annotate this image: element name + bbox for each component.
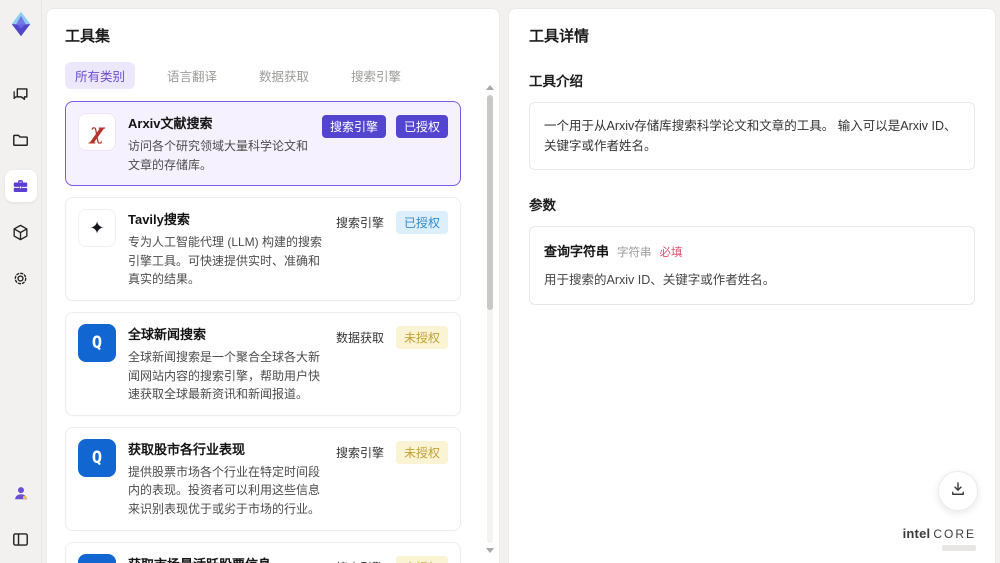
param-name: 查询字符串 (544, 244, 610, 259)
app-sidebar (0, 0, 42, 563)
sidebar-item-models[interactable] (5, 216, 37, 248)
sidebar-item-tools[interactable] (4, 170, 37, 202)
tool-title: Arxiv文献搜索 (128, 116, 213, 131)
scrollbar-thumb[interactable] (487, 95, 493, 310)
tab-language-translation[interactable]: 语言翻译 (157, 62, 227, 89)
tool-description: 专为人工智能代理 (LLM) 构建的搜索引擎工具。可快速提供实时、准确和真实的结… (128, 235, 323, 287)
app-logo-icon (7, 10, 35, 38)
download-button[interactable] (938, 471, 978, 511)
sidebar-item-files[interactable] (5, 124, 37, 156)
param-description: 用于搜索的Arxiv ID、关键字或作者姓名。 (544, 273, 776, 287)
auth-status-badge: 已授权 (395, 115, 448, 138)
brand-intel: intel (902, 526, 931, 541)
category-badge: 搜索引擎 (335, 216, 384, 231)
auth-status-badge: 未授权 (395, 555, 448, 563)
news-app-icon: Q (78, 323, 116, 362)
sidebar-item-account[interactable] (5, 477, 37, 509)
sparkle-icon: ✦ (78, 209, 116, 248)
tab-data-fetch[interactable]: 数据获取 (249, 62, 319, 89)
intel-core-logo: intel core (903, 525, 976, 551)
tool-detail-panel: 工具详情 工具介绍 一个用于从Arxiv存储库搜索科学论文和文章的工具。 输入可… (508, 8, 996, 563)
sidebar-item-settings[interactable] (5, 262, 37, 294)
auth-status-badge: 未授权 (395, 325, 448, 349)
tool-description: 全球新闻搜索是一个聚合全球各大新闻网站内容的搜索引擎，帮助用户快速获取全球最新资… (128, 349, 321, 402)
tool-description: 访问各个研究领域大量科学论文和文章的存储库。 (128, 139, 309, 172)
tool-intro-text: 一个用于从Arxiv存储库搜索科学论文和文章的工具。 输入可以是Arxiv ID… (529, 102, 975, 170)
tool-card-active-stocks[interactable]: Q 获取市场最活跃股票信息 提供当天交易量最高的股票列表。投资者可以利用这些信息… (65, 541, 461, 563)
auth-status-badge: 未授权 (395, 440, 448, 464)
intro-heading: 工具介绍 (529, 74, 583, 89)
tool-title: Tavily搜索 (128, 212, 190, 228)
tool-card-tavily[interactable]: ✦ Tavily搜索 专为人工智能代理 (LLM) 构建的搜索引擎工具。可快速提… (65, 197, 461, 301)
download-icon (949, 480, 967, 503)
briefcase-icon (11, 177, 30, 196)
panel-toggle-icon (11, 530, 30, 549)
detail-title: 工具详情 (529, 28, 590, 45)
list-scrollbar[interactable] (486, 85, 494, 553)
tool-title: 全球新闻搜索 (128, 326, 207, 342)
scroll-up-arrow-icon[interactable] (486, 85, 494, 90)
page-title: 工具集 (65, 28, 111, 45)
sidebar-collapse-button[interactable] (5, 523, 37, 555)
scroll-down-arrow-icon[interactable] (486, 548, 494, 553)
category-badge: 搜索引擎 (334, 556, 386, 563)
tool-card-global-news[interactable]: Q 全球新闻搜索 全球新闻搜索是一个聚合全球各大新闻网站内容的搜索引擎，帮助用户… (65, 311, 461, 416)
tool-title: 获取股市各行业表现 (128, 441, 246, 457)
param-type: 字符串 (617, 247, 652, 259)
tool-card-sector-performance[interactable]: Q 获取股市各行业表现 提供股票市场各个行业在特定时间段内的表现。投资者可以利用… (65, 426, 461, 531)
category-badge: 数据获取 (335, 330, 384, 345)
news-app-icon: Q (78, 438, 116, 477)
avatar-icon (11, 483, 31, 503)
tool-description: 提供股票市场各个行业在特定时间段内的表现。投资者可以利用这些信息来识别表现优于或… (128, 464, 321, 516)
folder-icon (11, 131, 30, 150)
tab-all-categories[interactable]: 所有类别 (65, 62, 136, 89)
gear-icon (11, 269, 30, 288)
tool-title: 获取市场最活跃股票信息 (128, 554, 324, 563)
chat-icon (11, 85, 30, 104)
sidebar-item-chat[interactable] (5, 78, 37, 110)
brand-core: core (933, 527, 976, 541)
auth-status-badge: 已授权 (395, 211, 448, 235)
param-required-flag: 必填 (659, 247, 683, 259)
news-app-icon: Q (78, 553, 116, 563)
category-badge: 搜索引擎 (335, 445, 384, 460)
tool-card-arxiv[interactable]: χ Arxiv文献搜索 访问各个研究领域大量科学论文和文章的存储库。 搜索引擎 … (65, 101, 461, 187)
arxiv-logo-icon: χ (78, 113, 116, 151)
category-badge: 搜索引擎 (321, 115, 386, 138)
tab-search-engine[interactable]: 搜索引擎 (341, 62, 411, 89)
tool-card-list: χ Arxiv文献搜索 访问各个研究领域大量科学论文和文章的存储库。 搜索引擎 … (65, 101, 481, 563)
parameter-card: 查询字符串 字符串 必填 用于搜索的Arxiv ID、关键字或作者姓名。 (529, 226, 975, 305)
brand-subtext-blur (942, 545, 976, 551)
category-tabs: 所有类别 语言翻译 数据获取 搜索引擎 (65, 62, 481, 89)
toolset-panel: 工具集 所有类别 语言翻译 数据获取 搜索引擎 χ Arxiv文献搜索 访问各个… (46, 8, 500, 563)
cube-icon (11, 223, 30, 242)
params-heading: 参数 (529, 198, 556, 213)
